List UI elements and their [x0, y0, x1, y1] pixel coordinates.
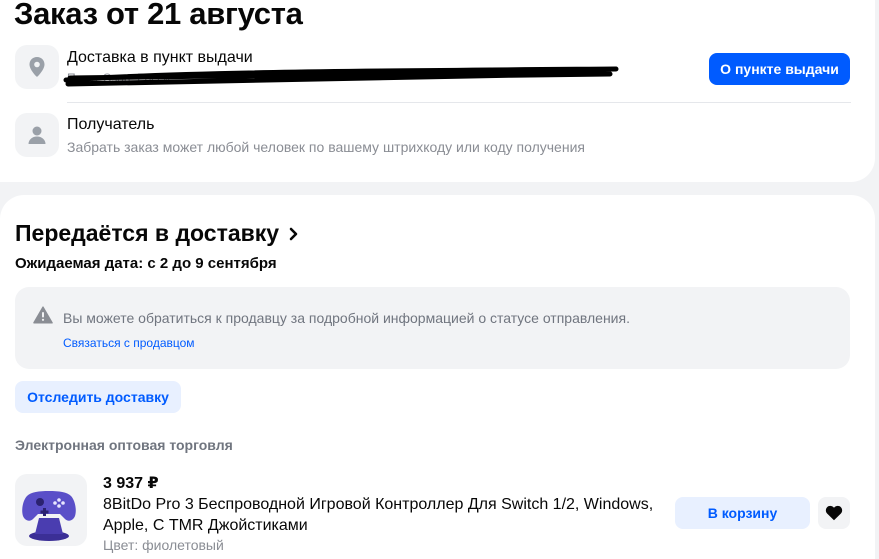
contact-seller-link[interactable]: Связаться с продавцом — [63, 336, 195, 350]
person-icon — [15, 113, 59, 157]
notice-text: Вы можете обратиться к продавцу за подро… — [63, 310, 630, 326]
seller-name[interactable]: Электронная оптовая торговля — [15, 437, 233, 453]
seller-notice — [15, 287, 850, 369]
location-pin-icon — [15, 45, 59, 89]
heart-icon — [825, 505, 843, 521]
divider — [67, 102, 851, 103]
pickup-point-info-button[interactable]: О пункте выдачи — [709, 53, 850, 85]
warning-icon — [33, 306, 53, 324]
redaction-scribble — [63, 66, 619, 87]
product-color: Цвет: фиолетовый — [103, 537, 224, 553]
page-title: Заказ от 21 августа — [14, 0, 303, 31]
product-name[interactable]: 8BitDo Pro 3 Беспроводной Игровой Контро… — [103, 494, 663, 536]
expected-date: Ожидаемая дата: с 2 до 9 сентября — [15, 255, 277, 272]
add-to-cart-button[interactable]: В корзину — [675, 497, 810, 529]
shipment-status-link[interactable]: Передаётся в доставку — [15, 220, 299, 247]
favorite-button[interactable] — [818, 497, 850, 529]
recipient-subtitle: Забрать заказ может любой человек по ваш… — [67, 139, 585, 155]
product-image[interactable] — [15, 474, 87, 546]
chevron-right-icon — [289, 227, 298, 240]
recipient-title: Получатель — [67, 116, 155, 133]
product-price: 3 937 ₽ — [103, 475, 159, 492]
shipment-status: Передаётся в доставку — [15, 220, 280, 246]
track-delivery-button[interactable]: Отследить доставку — [15, 381, 181, 413]
